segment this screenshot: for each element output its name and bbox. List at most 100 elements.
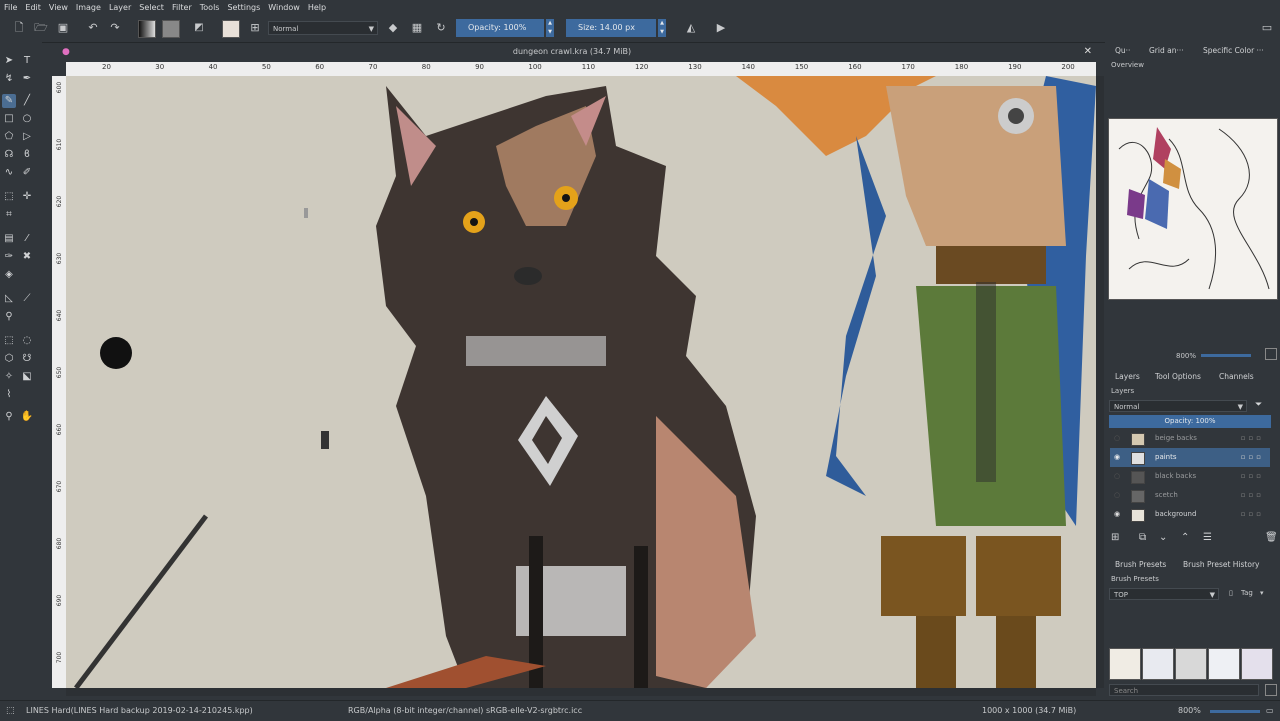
mirror-vertical-icon[interactable]: ▶	[714, 21, 728, 35]
preset-filter-select[interactable]: TOP ▼	[1109, 588, 1219, 600]
chevron-down-icon[interactable]: ▾	[1260, 589, 1264, 597]
menu-window[interactable]: Window	[264, 3, 304, 12]
colorize-mask-icon[interactable]: ✑	[2, 250, 16, 264]
polygon-select-icon[interactable]: ⬡	[2, 352, 16, 366]
size-stepper[interactable]: ▲ ▼	[658, 19, 666, 37]
layer-lock-icons[interactable]: ▫▫▫	[1241, 486, 1264, 505]
zoom-slider[interactable]	[1201, 354, 1251, 357]
layer-lock-icons[interactable]: ▫▫▫	[1241, 429, 1264, 448]
select-shapes-icon[interactable]: ➤	[2, 54, 16, 68]
color-picker-icon[interactable]: ⁄	[20, 232, 34, 246]
tab-specific-color[interactable]: Specific Color ···	[1203, 46, 1264, 55]
bezier-tool-icon[interactable]: ☊	[2, 148, 16, 162]
zoom-fit-icon[interactable]	[1265, 348, 1277, 360]
undo-icon[interactable]: ↶	[86, 21, 100, 35]
menu-settings[interactable]: Settings	[223, 3, 264, 12]
visibility-icon[interactable]: ◉	[1114, 505, 1120, 524]
duplicate-layer-icon[interactable]: ⧉	[1139, 532, 1146, 543]
brush-preset-pencil[interactable]	[1208, 648, 1240, 680]
canvas[interactable]	[66, 76, 1096, 688]
save-icon[interactable]: ▣	[56, 21, 70, 35]
workspace-icon[interactable]: ▭	[1260, 21, 1274, 35]
layer-row[interactable]: ◉ paints ▫▫▫	[1110, 448, 1270, 467]
vertical-ruler[interactable]: 600 610 620 630 640 650 660 670 680 690 700	[52, 76, 67, 688]
multibrush-icon[interactable]: ✐	[20, 166, 34, 180]
reference-tool-icon[interactable]: ⚲	[2, 310, 16, 324]
freehand-brush-icon[interactable]: ✎	[2, 94, 16, 108]
preset-search-input[interactable]: Search	[1109, 684, 1259, 696]
filter-icon[interactable]: ⏷	[1255, 400, 1262, 410]
layer-row[interactable]: ○ black backs ▫▫▫	[1110, 467, 1270, 486]
polyline-tool-icon[interactable]: ▷	[20, 130, 34, 144]
gradient-swatch[interactable]	[138, 20, 156, 38]
overview-thumbnail[interactable]	[1108, 118, 1278, 300]
fill-tool-icon[interactable]: ◈	[2, 268, 16, 282]
similar-select-icon[interactable]: ⬕	[20, 370, 34, 384]
visibility-icon[interactable]: ○	[1114, 467, 1120, 486]
line-tool-icon[interactable]: ╱	[20, 94, 34, 108]
eraser-icon[interactable]: ◆	[386, 21, 400, 35]
menu-file[interactable]: File	[0, 3, 21, 12]
horizontal-ruler[interactable]: 20 30 40 50 60 70 80 90 100 110 120 130 140 150 160 170…	[66, 62, 1096, 77]
tab-tool-options[interactable]: Tool Options	[1155, 372, 1201, 381]
move-layer-up-icon[interactable]: ⌃	[1181, 532, 1189, 543]
pan-tool-icon[interactable]: ✋	[20, 410, 34, 424]
ellipse-tool-icon[interactable]: ○	[20, 112, 34, 126]
ellipse-select-icon[interactable]: ◌	[20, 334, 34, 348]
menu-layer[interactable]: Layer	[105, 3, 135, 12]
freehand-select-icon[interactable]: ☋	[20, 352, 34, 366]
redo-icon[interactable]: ↷	[108, 21, 122, 35]
move-tool-icon[interactable]: ✛	[20, 190, 34, 204]
tab-grid[interactable]: Grid an···	[1149, 46, 1184, 55]
opacity-stepper[interactable]: ▲ ▼	[546, 19, 554, 37]
layer-lock-icons[interactable]: ▫▫▫	[1241, 448, 1264, 467]
menu-tools[interactable]: Tools	[196, 3, 224, 12]
visibility-icon[interactable]: ◉	[1114, 448, 1120, 467]
assistant-tool-icon[interactable]: ◺	[2, 292, 16, 306]
layer-row[interactable]: ○ scetch ▫▫▫	[1110, 486, 1270, 505]
opacity-field[interactable]: Opacity: 100%	[456, 19, 544, 37]
menu-help[interactable]: Help	[304, 3, 330, 12]
layer-blend-select[interactable]: Normal ▼	[1109, 400, 1247, 412]
layer-row[interactable]: ◉ background ▫▫▫	[1110, 505, 1270, 524]
fg-bg-color-icon[interactable]: ◩	[192, 21, 206, 35]
tab-channels[interactable]: Channels	[1219, 372, 1254, 381]
rectangle-tool-icon[interactable]: □	[2, 112, 16, 126]
horizontal-scrollbar[interactable]	[66, 688, 1096, 696]
tab-brush-presets[interactable]: Brush Presets	[1115, 560, 1166, 569]
contiguous-select-icon[interactable]: ✧	[2, 370, 16, 384]
tab-brush-preset-history[interactable]: Brush Preset History	[1183, 560, 1259, 569]
move-layer-down-icon[interactable]: ⌄	[1159, 532, 1167, 543]
vertical-scrollbar[interactable]	[1096, 76, 1104, 688]
crop-tool-icon[interactable]: ⌗	[2, 208, 16, 222]
layer-lock-icons[interactable]: ▫▫▫	[1241, 467, 1264, 486]
tab-layers[interactable]: Layers	[1115, 372, 1140, 381]
layer-lock-icons[interactable]: ▫▫▫	[1241, 505, 1264, 524]
layer-row[interactable]: ○ beige backs ▫▫▫	[1110, 429, 1270, 448]
text-tool-icon[interactable]: T	[20, 54, 34, 68]
menu-image[interactable]: Image	[72, 3, 105, 12]
smart-patch-icon[interactable]: ✖	[20, 250, 34, 264]
edit-shapes-icon[interactable]: ↯	[2, 72, 16, 86]
visibility-icon[interactable]: ○	[1114, 486, 1120, 505]
menu-filter[interactable]: Filter	[168, 3, 196, 12]
zoom-tool-icon[interactable]: ⚲	[2, 410, 16, 424]
polygon-tool-icon[interactable]: ⬠	[2, 130, 16, 144]
calligraphy-icon[interactable]: ✒	[20, 72, 34, 86]
bezier-select-icon[interactable]: ⌇	[2, 388, 16, 402]
tag-label[interactable]: Tag	[1241, 589, 1253, 597]
new-document-icon[interactable]: 🗋	[12, 21, 26, 35]
layer-opacity-field[interactable]: Opacity: 100%	[1109, 415, 1271, 428]
gradient-tool-icon[interactable]: ▤	[2, 232, 16, 246]
add-layer-icon[interactable]: ⊞	[1111, 532, 1119, 543]
search-options-icon[interactable]	[1265, 684, 1277, 696]
brush-preset-icon[interactable]	[222, 20, 240, 38]
size-field[interactable]: Size: 14.00 px	[566, 19, 656, 37]
menu-select[interactable]: Select	[135, 3, 168, 12]
rotate-canvas-icon[interactable]: ▭	[1266, 706, 1274, 715]
brush-preset-marker[interactable]	[1241, 648, 1273, 680]
tab-quick-settings[interactable]: Qu··	[1115, 46, 1130, 55]
mirror-horizontal-icon[interactable]: ◭	[684, 21, 698, 35]
open-document-icon[interactable]: 🗁	[34, 21, 48, 35]
brush-preset-eraser[interactable]	[1142, 648, 1174, 680]
